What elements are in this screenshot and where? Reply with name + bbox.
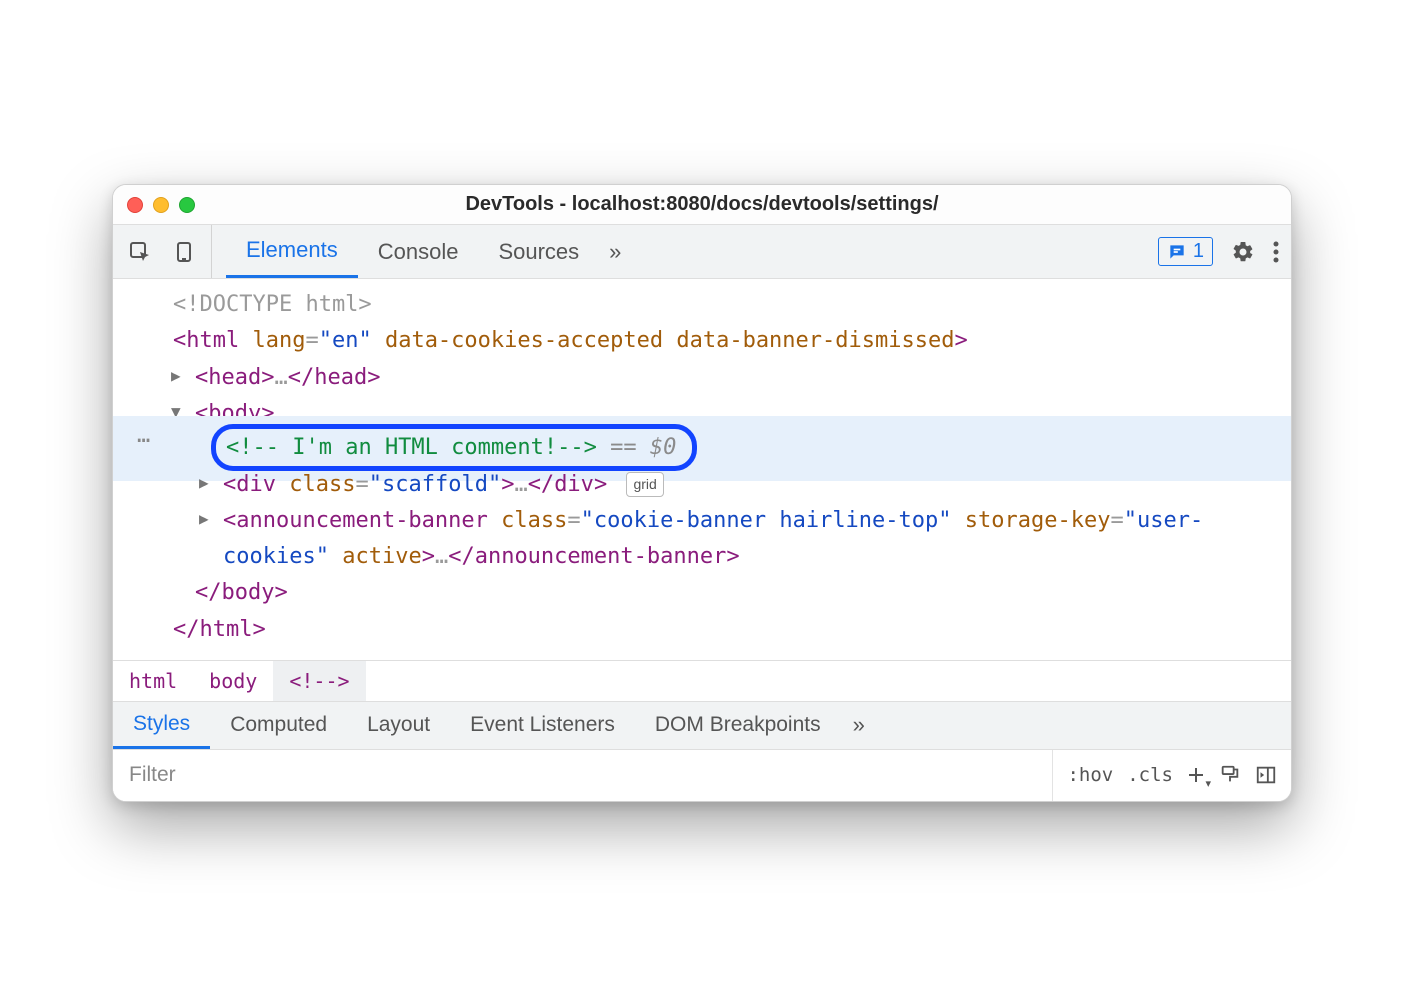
breadcrumb-item[interactable]: html	[113, 661, 193, 701]
tag-name: div	[236, 472, 276, 497]
panel-collapse-icon[interactable]	[1255, 764, 1277, 786]
issues-button[interactable]: 1	[1158, 237, 1213, 266]
subtab-styles[interactable]: Styles	[113, 702, 210, 749]
subtab-layout[interactable]: Layout	[347, 702, 450, 749]
attr-name: data-cookies-accepted data-banner-dismis…	[385, 328, 955, 353]
main-toolbar: Elements Console Sources » 1	[113, 225, 1291, 279]
dom-line-announcement-banner[interactable]: ▶ <announcement-banner class="cookie-ban…	[113, 503, 1291, 576]
expand-arrow-icon[interactable]: ▶	[199, 470, 209, 496]
attr-name: class	[289, 472, 355, 497]
panel-tabs: Elements Console Sources	[226, 225, 599, 278]
tab-console[interactable]: Console	[358, 225, 479, 278]
issues-count: 1	[1193, 240, 1204, 263]
tag-name: html	[186, 328, 239, 353]
subtab-computed[interactable]: Computed	[210, 702, 347, 749]
expand-arrow-icon[interactable]: ▶	[199, 506, 209, 532]
hov-toggle[interactable]: :hov	[1067, 764, 1113, 786]
more-menu-icon[interactable]	[1273, 241, 1279, 263]
tag-name: body	[222, 580, 275, 605]
expand-arrow-icon[interactable]: ▶	[171, 363, 181, 389]
breadcrumb: html body <!-->	[113, 660, 1291, 701]
subtab-event-listeners[interactable]: Event Listeners	[450, 702, 635, 749]
devtools-window: DevTools - localhost:8080/docs/devtools/…	[112, 184, 1292, 802]
subtabs-overflow-button[interactable]: »	[841, 702, 877, 749]
attr-name: active	[342, 544, 421, 569]
attr-value: "en"	[319, 328, 372, 353]
zoom-window-button[interactable]	[179, 197, 195, 213]
grid-badge[interactable]: grid	[626, 472, 663, 497]
close-window-button[interactable]	[127, 197, 143, 213]
attr-name: class	[501, 508, 567, 533]
ellipsis: …	[514, 472, 527, 497]
chat-icon	[1167, 242, 1187, 262]
selection-marker: == $0	[597, 435, 676, 460]
window-titlebar: DevTools - localhost:8080/docs/devtools/…	[113, 185, 1291, 225]
attr-name: lang	[252, 328, 305, 353]
window-controls	[127, 197, 195, 213]
window-title: DevTools - localhost:8080/docs/devtools/…	[113, 193, 1291, 216]
tab-sources[interactable]: Sources	[478, 225, 599, 278]
cls-toggle[interactable]: .cls	[1127, 764, 1173, 786]
tag-name: head	[314, 365, 367, 390]
inspect-element-icon[interactable]	[125, 237, 155, 267]
tag-name: div	[554, 472, 594, 497]
settings-icon[interactable]	[1231, 240, 1255, 264]
dom-line-html-open[interactable]: <html lang="en" data-cookies-accepted da…	[113, 323, 1291, 359]
dom-line-body-close[interactable]: </body>	[113, 575, 1291, 611]
tag-name: announcement-banner	[475, 544, 727, 569]
highlight-annotation: <!-- I'm an HTML comment!--> == $0	[211, 424, 697, 471]
paint-icon[interactable]	[1219, 764, 1241, 786]
attr-name: storage-key	[965, 508, 1111, 533]
minimize-window-button[interactable]	[153, 197, 169, 213]
attr-value: "cookie-banner hairline-top"	[581, 508, 952, 533]
styles-filter-bar: :hov .cls ▾	[113, 749, 1291, 801]
new-style-rule-icon[interactable]: ▾	[1187, 766, 1205, 784]
breadcrumb-item[interactable]: body	[193, 661, 273, 701]
tag-name: announcement-banner	[236, 508, 488, 533]
attr-value: "scaffold"	[369, 472, 501, 497]
breadcrumb-item-active[interactable]: <!-->	[273, 661, 365, 701]
html-comment: <!-- I'm an HTML comment!-->	[226, 435, 597, 460]
ellipsis: …	[435, 544, 448, 569]
dom-line-doctype[interactable]: <!DOCTYPE html>	[113, 287, 1291, 323]
dom-line-html-close[interactable]: </html>	[113, 612, 1291, 648]
device-toggle-icon[interactable]	[169, 237, 199, 267]
styles-tabs: Styles Computed Layout Event Listeners D…	[113, 701, 1291, 749]
tabs-overflow-button[interactable]: »	[599, 225, 631, 278]
subtab-dom-breakpoints[interactable]: DOM Breakpoints	[635, 702, 841, 749]
dom-line-div-scaffold[interactable]: ▶ <div class="scaffold">…</div> grid	[113, 467, 1291, 503]
filter-input[interactable]	[113, 750, 1052, 801]
tab-elements[interactable]: Elements	[226, 225, 358, 278]
ellipsis: …	[274, 365, 287, 390]
dom-line-head[interactable]: ▶ <head>…</head>	[113, 360, 1291, 396]
tag-name: html	[200, 617, 253, 642]
dom-tree[interactable]: <!DOCTYPE html> <html lang="en" data-coo…	[113, 279, 1291, 660]
tag-name: head	[208, 365, 261, 390]
